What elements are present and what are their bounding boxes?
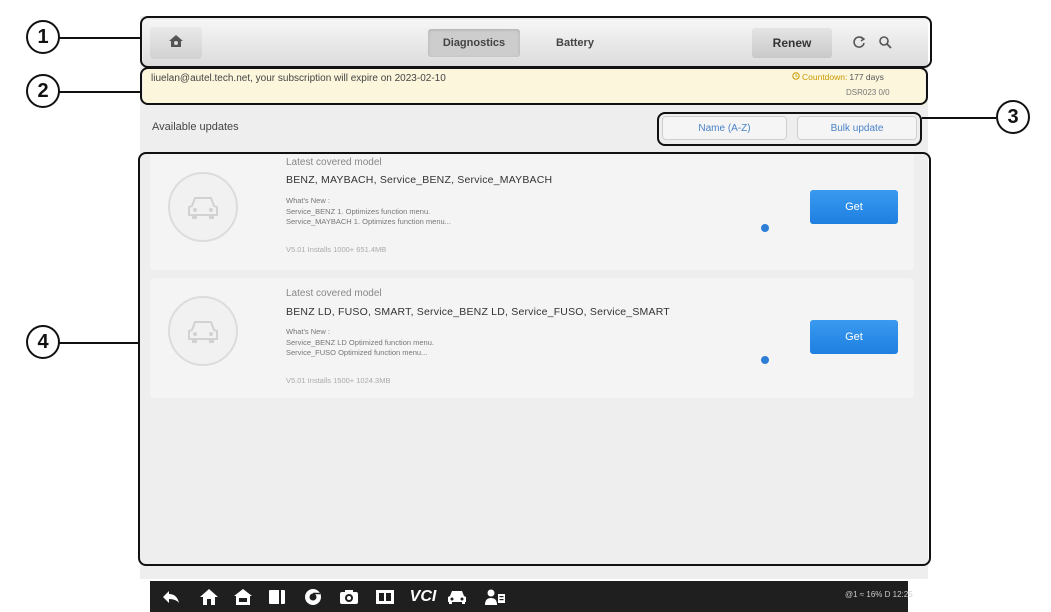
callout-3: 3 — [996, 100, 1030, 134]
callout-frame-sort — [657, 112, 922, 146]
callout-leader — [58, 37, 140, 39]
callout-4: 4 — [26, 325, 60, 359]
home-icon[interactable] — [196, 587, 222, 607]
status-bar-info: @1 ≈ 16% D 12:25 — [845, 590, 913, 599]
recent-apps-icon[interactable] — [264, 587, 290, 607]
user-icon[interactable] — [482, 587, 508, 607]
callout-frame-notice — [140, 67, 928, 105]
callout-frame-list — [138, 152, 931, 566]
camera-icon[interactable] — [336, 587, 362, 607]
vehicle-icon[interactable] — [444, 587, 470, 607]
display-icon[interactable] — [372, 587, 398, 607]
back-icon[interactable] — [158, 587, 184, 607]
available-updates-title: Available updates — [152, 121, 239, 133]
vci-icon[interactable]: VCI — [406, 587, 440, 607]
callout-2: 2 — [26, 74, 60, 108]
callout-frame-toolbar — [140, 16, 932, 68]
browser-icon[interactable] — [300, 587, 326, 607]
vci-label: VCI — [409, 588, 437, 605]
callout-leader — [58, 91, 140, 93]
callout-1: 1 — [26, 20, 60, 54]
car-home-icon[interactable] — [230, 587, 256, 607]
callout-leader — [922, 117, 996, 119]
callout-leader — [58, 342, 138, 344]
